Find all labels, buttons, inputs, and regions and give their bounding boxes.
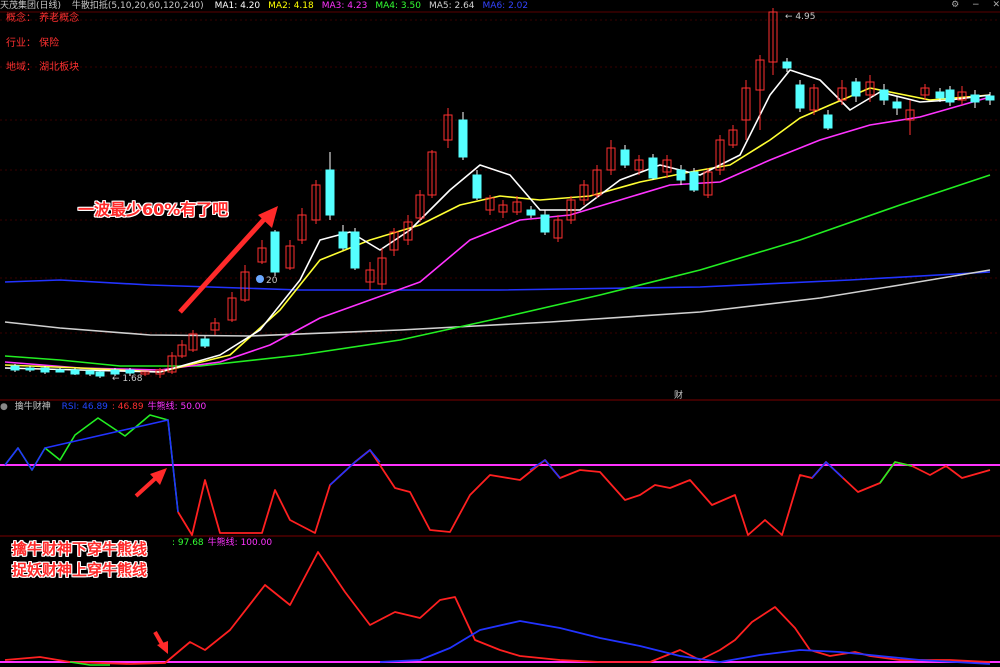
panel3-legend-item-1: 牛熊线: 100.00: [207, 538, 273, 548]
panel2-header: ● 擒牛财神 RSI: 46.89: 46.89 牛熊线: 50.00: [0, 401, 214, 413]
candle-body: [782, 61, 792, 69]
concept-info: 概念： 养老概念: [6, 13, 80, 24]
candle-body: [338, 231, 348, 249]
candle-body: [10, 365, 20, 371]
gear-icon[interactable]: ⚙: [951, 0, 959, 10]
ma3-line: [4, 96, 991, 371]
candle-body: [879, 89, 889, 101]
candle-body: [70, 369, 80, 375]
candle-body: [325, 169, 335, 216]
chart-header: 天茂集团(日线) 牛散扣抵(5,10,20,60,120,240) MA1: 4…: [0, 0, 544, 12]
high-price-label: ← 4.95: [785, 12, 816, 22]
panel2-legend-item-0: RSI: 46.89: [61, 402, 108, 412]
cai-marker[interactable]: 财: [674, 390, 683, 402]
panel2-legend: RSI: 46.89: 46.89 牛熊线: 50.00: [62, 402, 211, 412]
event-badge[interactable]: 20: [256, 275, 277, 287]
panel3-red: [4, 551, 991, 665]
indicator-name[interactable]: 牛散扣抵(5,10,20,60,120,240): [72, 1, 204, 11]
ma-legend-item-3: MA4: 3.50: [375, 1, 421, 11]
candle-body: [40, 367, 50, 373]
industry-info: 行业： 保险: [6, 38, 60, 49]
candle-body: [823, 114, 833, 129]
candle-body: [200, 338, 210, 347]
ma6-line: [4, 271, 991, 291]
candle-body: [689, 171, 699, 191]
candle-body: [620, 149, 630, 166]
ma-legend-item-2: MA3: 4.23: [321, 1, 368, 11]
rsi-green: [4, 414, 179, 513]
region-info: 地域： 湖北板块: [6, 62, 80, 73]
candle-body: [25, 367, 35, 371]
candle-body: [55, 369, 65, 373]
ma1-line: [4, 69, 991, 373]
panel2-title: ● 擒牛财神: [0, 402, 51, 412]
candle-body: [95, 371, 105, 377]
candle-body: [851, 81, 861, 97]
candle-body: [945, 89, 955, 103]
candle-body: [648, 157, 658, 179]
panel3-legend-item-0: : 97.68: [172, 538, 204, 548]
panel3-blue: [379, 620, 991, 665]
candle-body: [458, 119, 468, 158]
ma-legend-item-4: MA5: 2.64: [428, 1, 475, 11]
candle-body: [935, 91, 945, 99]
candle-body: [526, 209, 536, 216]
candle-body: [540, 214, 550, 233]
stock-chart-window: 天茂集团(日线) 牛散扣抵(5,10,20,60,120,240) MA1: 4…: [0, 0, 1000, 667]
candle-body: [85, 370, 95, 375]
ma-legend-item-0: MA1: 4.20: [214, 1, 261, 11]
rsi-red: [177, 449, 991, 536]
minus-icon[interactable]: −: [972, 0, 980, 10]
stock-title[interactable]: 天茂集团(日线): [0, 1, 61, 11]
candle-body: [676, 169, 686, 181]
close-icon[interactable]: ✕: [992, 0, 1000, 10]
cross-down-annotation: 擒牛财神下穿牛熊线: [12, 540, 148, 558]
cross-up-annotation: 捉妖财神上穿牛熊线: [12, 561, 148, 579]
low-price-label: ← 1.68: [112, 374, 143, 384]
panel2-legend-item-1: : 46.89: [111, 402, 144, 412]
price-chart[interactable]: [0, 0, 1000, 667]
annotation-arrow: [178, 213, 270, 314]
ma-legend: MA1: 4.20 MA2: 4.18 MA3: 4.23 MA4: 3.50 MA5:…: [215, 1, 537, 11]
ma-legend-item-1: MA2: 4.18: [268, 1, 314, 11]
wave-annotation: 一波最少60%有了吧: [78, 200, 229, 219]
candle-body: [270, 231, 280, 273]
candle-body: [892, 101, 902, 109]
panel3-header: : 97.68 牛熊线: 100.00: [172, 537, 280, 549]
candle-body: [472, 174, 482, 199]
candle-body: [795, 84, 805, 109]
candle-body: [970, 94, 980, 103]
window-toolbar: ⚙ − ✕: [941, 0, 1000, 10]
candle-body: [985, 95, 995, 101]
ma-legend-item-5: MA6: 2.02: [482, 1, 529, 11]
candle-body: [350, 231, 360, 269]
panel2-legend-item-2: 牛熊线: 50.00: [147, 402, 207, 412]
ma2-line: [4, 87, 991, 373]
panel3-legend: : 97.68 牛熊线: 100.00: [172, 538, 276, 548]
